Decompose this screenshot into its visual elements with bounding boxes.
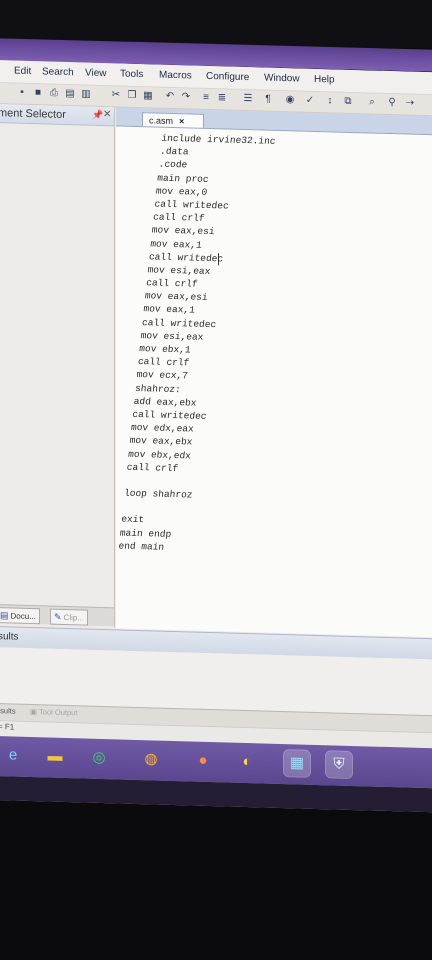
sort-icon[interactable]: ↕ — [324, 95, 336, 107]
menu-edit[interactable]: Edit — [14, 66, 31, 77]
window-icon[interactable]: ⧉ — [342, 96, 354, 108]
tab-documents-label: Docu... — [10, 611, 36, 622]
spell-icon[interactable]: ✓ — [304, 95, 316, 107]
tab-documents[interactable]: ▤ Docu... — [0, 607, 40, 625]
menu-help[interactable]: Help — [314, 74, 335, 86]
code-text: include irvine32.inc .data .code main proc m… — [118, 132, 276, 556]
chrome-icon[interactable]: ◐ — [234, 749, 260, 776]
shield-icon[interactable]: ⛨ — [325, 750, 353, 780]
preview-icon[interactable]: ▤ — [64, 88, 76, 100]
ie-icon[interactable]: e — [0, 742, 26, 769]
menu-window[interactable]: Window — [264, 73, 300, 85]
paste-icon[interactable]: ▦ — [142, 90, 154, 102]
app-icon[interactable]: ▦ — [283, 749, 311, 778]
menu-view[interactable]: View — [85, 68, 107, 80]
tab-tool-output[interactable]: ▣ Tool Output — [30, 707, 77, 717]
cut-icon[interactable]: ✂ — [110, 89, 122, 101]
menu-search[interactable]: Search — [42, 66, 74, 78]
tool-output-icon: ▣ — [30, 707, 40, 717]
find-icon[interactable]: ⌕ — [366, 96, 378, 108]
clip-icon: ✎ — [54, 611, 62, 622]
panel-tabs: ▤ Docu... ✎ Clip... — [0, 604, 114, 627]
list-icon[interactable]: ☰ — [242, 93, 254, 105]
menu-configure[interactable]: Configure — [206, 71, 249, 83]
code-editor[interactable]: include irvine32.inc .data .code main proc m… — [116, 125, 432, 638]
results-title: sults — [0, 631, 19, 643]
tab-results[interactable]: esults — [0, 706, 16, 716]
firefox-icon[interactable]: ◍ — [138, 746, 164, 773]
document-icon: ▤ — [0, 610, 9, 621]
replace-icon[interactable]: ⚲ — [386, 97, 398, 109]
folder-icon[interactable]: ▬ — [42, 743, 68, 770]
copy-icon[interactable]: ❐ — [126, 90, 138, 102]
redo-icon[interactable]: ↷ — [180, 91, 192, 103]
tab-close-icon[interactable]: × — [179, 116, 184, 126]
tab-clipboard-label: Clip... — [63, 612, 84, 623]
code-line: end main — [117, 540, 165, 553]
undo-icon[interactable]: ↶ — [164, 91, 176, 103]
whatsapp-icon[interactable]: ◎ — [86, 745, 112, 772]
panel-header: ment Selector 📌 ✕ — [0, 104, 114, 127]
tab-c-asm-label: c.asm — [149, 115, 174, 127]
paragraph-icon[interactable]: ¶ — [262, 93, 274, 105]
document-selector-panel: ment Selector 📌 ✕ ▤ Docu... ✎ Clip... — [0, 104, 115, 628]
stop-icon[interactable]: ◉ — [284, 94, 296, 106]
ide-window: Edit Search View Tools Macros Configure … — [0, 60, 432, 813]
outdent-icon[interactable]: ≣ — [216, 92, 228, 104]
print-icon[interactable]: ⎙ — [48, 88, 60, 100]
save-icon[interactable]: ▪ — [16, 87, 28, 99]
floppy-icon[interactable]: ■ — [32, 87, 44, 99]
tab-tool-output-label: Tool Output — [39, 707, 78, 718]
browser-icon[interactable]: ● — [190, 747, 216, 774]
goto-icon[interactable]: ⇢ — [404, 97, 416, 109]
editor-area: c.asm × include irvine32.inc .data .code mai… — [116, 107, 432, 638]
page-icon[interactable]: ▥ — [80, 88, 92, 100]
close-icon[interactable]: ✕ — [103, 109, 111, 120]
status-text: = F1 — [0, 722, 15, 732]
text-cursor — [218, 253, 219, 266]
panel-title: ment Selector — [0, 107, 66, 122]
indent-icon[interactable]: ≡ — [200, 92, 212, 104]
tab-clipboard[interactable]: ✎ Clip... — [50, 608, 88, 626]
menu-tools[interactable]: Tools — [120, 69, 143, 81]
menu-macros[interactable]: Macros — [159, 70, 192, 82]
pin-icon[interactable]: 📌 — [92, 110, 103, 121]
